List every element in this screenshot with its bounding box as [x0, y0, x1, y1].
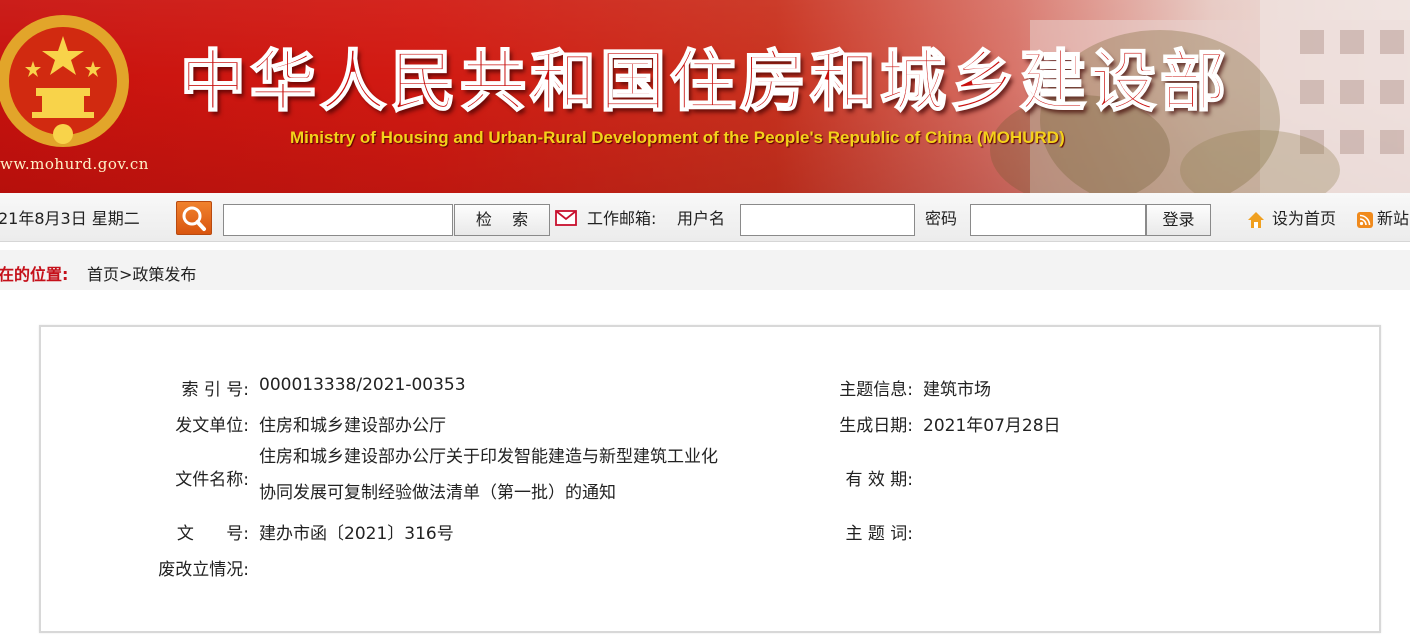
document-info-panel: 索 引 号: 000013338/2021-00353 发文单位: 住房和城乡建…	[39, 325, 1381, 633]
issuer-label: 发文单位:	[175, 416, 249, 436]
top-toolbar: 21年8月3日 星期二 检 索 工作邮箱: 用户名 密码 登录 设为首页 新站	[0, 193, 1410, 242]
topic-value: 建筑市场	[923, 380, 991, 400]
username-field[interactable]	[740, 204, 915, 236]
current-date: 21年8月3日 星期二	[0, 209, 140, 228]
home-icon	[1248, 212, 1264, 228]
username-label: 用户名	[677, 209, 726, 228]
issuer-value: 住房和城乡建设部办公厅	[259, 416, 446, 436]
search-input[interactable]	[223, 204, 453, 236]
mail-icon	[555, 210, 577, 226]
site-title: 中华人民共和国住房和城乡建设部	[179, 42, 1230, 121]
status-label: 废改立情况:	[158, 560, 249, 580]
rss-icon	[1357, 212, 1373, 228]
date-label: 生成日期:	[839, 416, 913, 436]
set-home-link[interactable]: 设为首页	[1272, 193, 1336, 245]
breadcrumb: 在的位置: 首页>政策发布	[0, 250, 1410, 290]
login-button[interactable]: 登录	[1146, 204, 1211, 236]
filename-value: 住房和城乡建设部办公厅关于印发智能建造与新型建筑工业化协同发展可复制经验做法清单…	[259, 447, 718, 503]
docno-value: 建办市函〔2021〕316号	[259, 524, 454, 544]
docno-label: 文 号:	[176, 524, 249, 544]
password-label: 密码	[925, 209, 958, 228]
keywords-label: 主 题 词:	[845, 524, 913, 544]
password-field[interactable]	[970, 204, 1146, 236]
date-value: 2021年07月28日	[923, 416, 1061, 436]
breadcrumb-path[interactable]: 首页>政策发布	[87, 261, 196, 285]
site-banner: ww.mohurd.gov.cn 中华人民共和国住房和城乡建设部 Ministr…	[0, 0, 1410, 193]
index-label: 索 引 号:	[181, 380, 249, 400]
rss-link[interactable]: 新站	[1377, 193, 1409, 245]
topic-label: 主题信息:	[839, 380, 913, 400]
site-url: ww.mohurd.gov.cn	[0, 155, 149, 173]
filename-label: 文件名称:	[175, 470, 249, 490]
national-emblem-icon	[0, 15, 129, 147]
breadcrumb-label: 在的位置:	[0, 265, 69, 284]
site-subtitle: Ministry of Housing and Urban-Rural Deve…	[290, 128, 1065, 147]
search-button[interactable]: 检 索	[454, 204, 550, 236]
validity-label: 有 效 期:	[845, 470, 913, 490]
search-icon[interactable]	[176, 201, 212, 235]
index-value: 000013338/2021-00353	[259, 375, 466, 395]
email-label: 工作邮箱:	[587, 209, 657, 228]
